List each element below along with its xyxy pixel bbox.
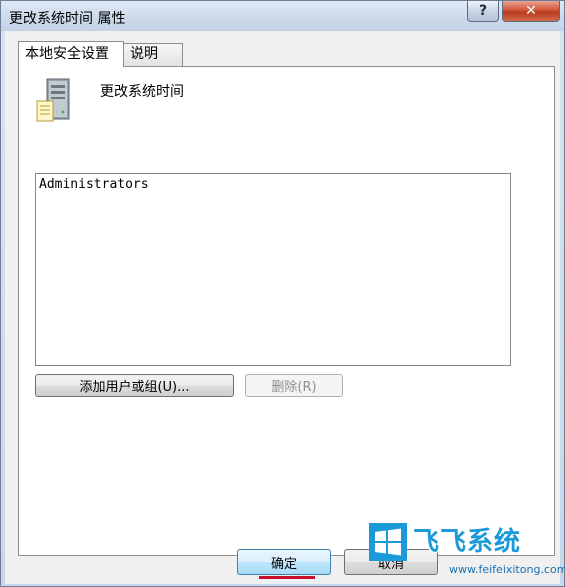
add-user-or-group-button[interactable]: 添加用户或组(U)...: [35, 374, 234, 397]
window-title: 更改系统时间 属性: [9, 11, 126, 27]
server-policy-icon: [36, 78, 70, 122]
user-group-list[interactable]: Administrators: [35, 173, 511, 366]
help-button[interactable]: ?: [467, 1, 499, 22]
list-item[interactable]: Administrators: [39, 177, 149, 192]
remove-button[interactable]: 删除(R): [245, 374, 343, 397]
ok-highlight-underline: [259, 576, 315, 579]
watermark-url: www.feifeixitong.com: [449, 563, 565, 576]
properties-dialog: 更改系统时间 属性 ? ✕ 本地安全设置 说明 更改系统时间 Administr…: [0, 0, 565, 587]
windows-logo-icon: [369, 523, 407, 561]
ok-button[interactable]: 确定: [237, 549, 331, 575]
tab-explain[interactable]: 说明: [123, 43, 183, 66]
policy-name: 更改系统时间: [100, 84, 184, 100]
tab-local-security-setting[interactable]: 本地安全设置: [18, 41, 124, 67]
close-icon: ✕: [525, 3, 537, 19]
close-button[interactable]: ✕: [502, 1, 560, 22]
help-icon: ?: [478, 3, 488, 19]
watermark: 飞飞系统 www.feifeixitong.com: [369, 521, 565, 581]
watermark-title: 飞飞系统: [413, 527, 522, 557]
dialog-client-area: 本地安全设置 说明 更改系统时间 Administrators 添加用户或组(U…: [5, 31, 560, 584]
tab-panel: 更改系统时间 Administrators 添加用户或组(U)... 删除(R): [18, 66, 555, 556]
title-bar[interactable]: 更改系统时间 属性 ? ✕: [1, 1, 564, 31]
